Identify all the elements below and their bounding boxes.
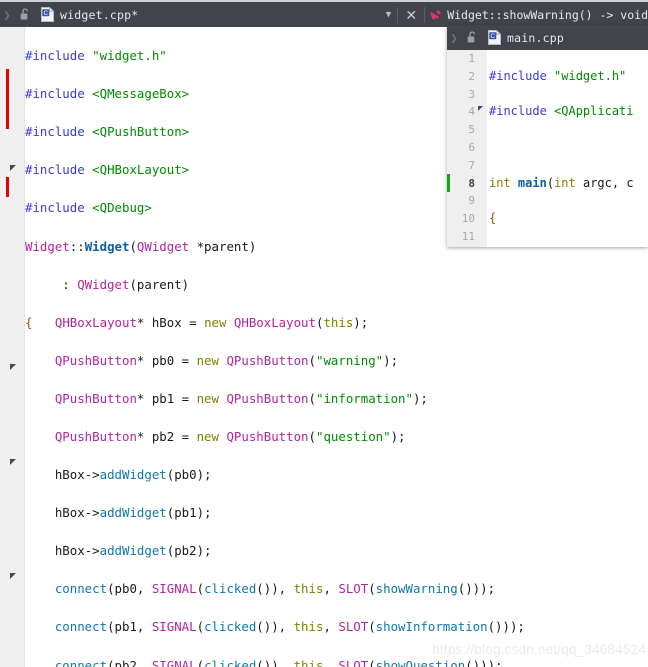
modified-lines-marker (6, 177, 9, 197)
code-line: : QWidget(parent) (25, 276, 190, 292)
line-number: 6 (468, 141, 475, 154)
code-line: { (489, 211, 497, 226)
fold-marker-icon[interactable] (10, 364, 16, 370)
current-symbol-label[interactable]: Widget::showWarning() -> void (447, 8, 648, 22)
close-icon[interactable]: ✕ (398, 8, 424, 22)
line-number: 2 (468, 69, 475, 83)
code-line: QPushButton* pb1 = new QPushButton("info… (54, 390, 428, 406)
fold-marker-icon[interactable] (10, 165, 16, 171)
line-number: 8 (468, 176, 475, 190)
line-number: 7 (468, 158, 475, 172)
watermark-text: https://blog.csdn.net/qq_34684524 (432, 642, 646, 657)
code-line: QPushButton* pb0 = new QPushButton("warn… (54, 352, 399, 368)
fold-marker-icon[interactable] (10, 573, 16, 579)
chevron-right-icon[interactable]: ❯ (447, 32, 461, 44)
chevron-down-icon[interactable]: ▼ (386, 10, 397, 20)
line-number: 1 (468, 52, 475, 65)
split-editor-main-cpp[interactable]: ❯ C main.cpp 1 2 3 4 5 6 7 8 9 10 11 #in… (447, 25, 648, 247)
editor-gutter[interactable] (0, 27, 25, 667)
line-number: 10 (461, 212, 475, 226)
code-line: #include "widget.h" (489, 68, 627, 83)
line-number: 9 (468, 194, 475, 208)
tab-label-widget-cpp[interactable]: widget.cpp* (58, 8, 138, 22)
panel-code-text-area[interactable]: #include "widget.h" #include <QApplicati… (489, 50, 648, 247)
code-line: hBox->addWidget(pb0); (25, 467, 212, 483)
bookmark-ribbon-icon[interactable] (425, 8, 447, 22)
code-line: QApplication a(a (489, 246, 648, 248)
svg-text:C: C (490, 33, 495, 40)
fold-marker-icon[interactable] (10, 459, 16, 465)
code-line: connect(pb2, SIGNAL(clicked()), this, SL… (54, 657, 503, 667)
chevron-right-icon[interactable]: ❯ (0, 9, 14, 21)
line-number: 5 (468, 123, 475, 137)
code-line: int main(int argc, c (489, 175, 634, 190)
unlocked-padlock-icon[interactable] (14, 8, 36, 21)
panel-gutter[interactable]: 1 2 3 4 5 6 7 8 9 10 11 (447, 50, 487, 247)
code-line: hBox->addWidget(pb2); (25, 543, 212, 559)
code-line: connect(pb0, SIGNAL(clicked()), this, SL… (54, 581, 496, 597)
qt-creator-editor-screenshot: ❯ C widget.cpp* ▼ ✕ Widget::showWarning(… (0, 0, 648, 667)
editor-tab-bar: ❯ C widget.cpp* ▼ ✕ Widget::showWarning(… (0, 0, 648, 27)
code-line: hBox->addWidget(pb1); (25, 505, 212, 521)
line-number: 11 (461, 230, 475, 243)
line-number: 3 (468, 87, 475, 101)
fold-marker-icon[interactable] (478, 106, 483, 111)
svg-text:C: C (43, 10, 48, 17)
code-line: connect(pb1, SIGNAL(clicked()), this, SL… (54, 619, 525, 635)
line-number: 4 (468, 105, 475, 119)
cpp-file-icon: C (36, 7, 58, 22)
panel-tab-bar: ❯ C main.cpp (447, 25, 648, 50)
tab-label-main-cpp[interactable]: main.cpp (505, 31, 564, 45)
code-line: { QHBoxLayout* hBox = new QHBoxLayout(th… (25, 314, 369, 330)
unlocked-padlock-icon[interactable] (461, 31, 483, 44)
cpp-file-icon: C (483, 30, 505, 45)
code-line: #include <QApplicati (489, 104, 634, 119)
modified-lines-marker (6, 69, 9, 129)
panel-code-body[interactable]: 1 2 3 4 5 6 7 8 9 10 11 #include "widget… (447, 50, 648, 247)
code-line: QPushButton* pb2 = new QPushButton("ques… (54, 428, 406, 444)
